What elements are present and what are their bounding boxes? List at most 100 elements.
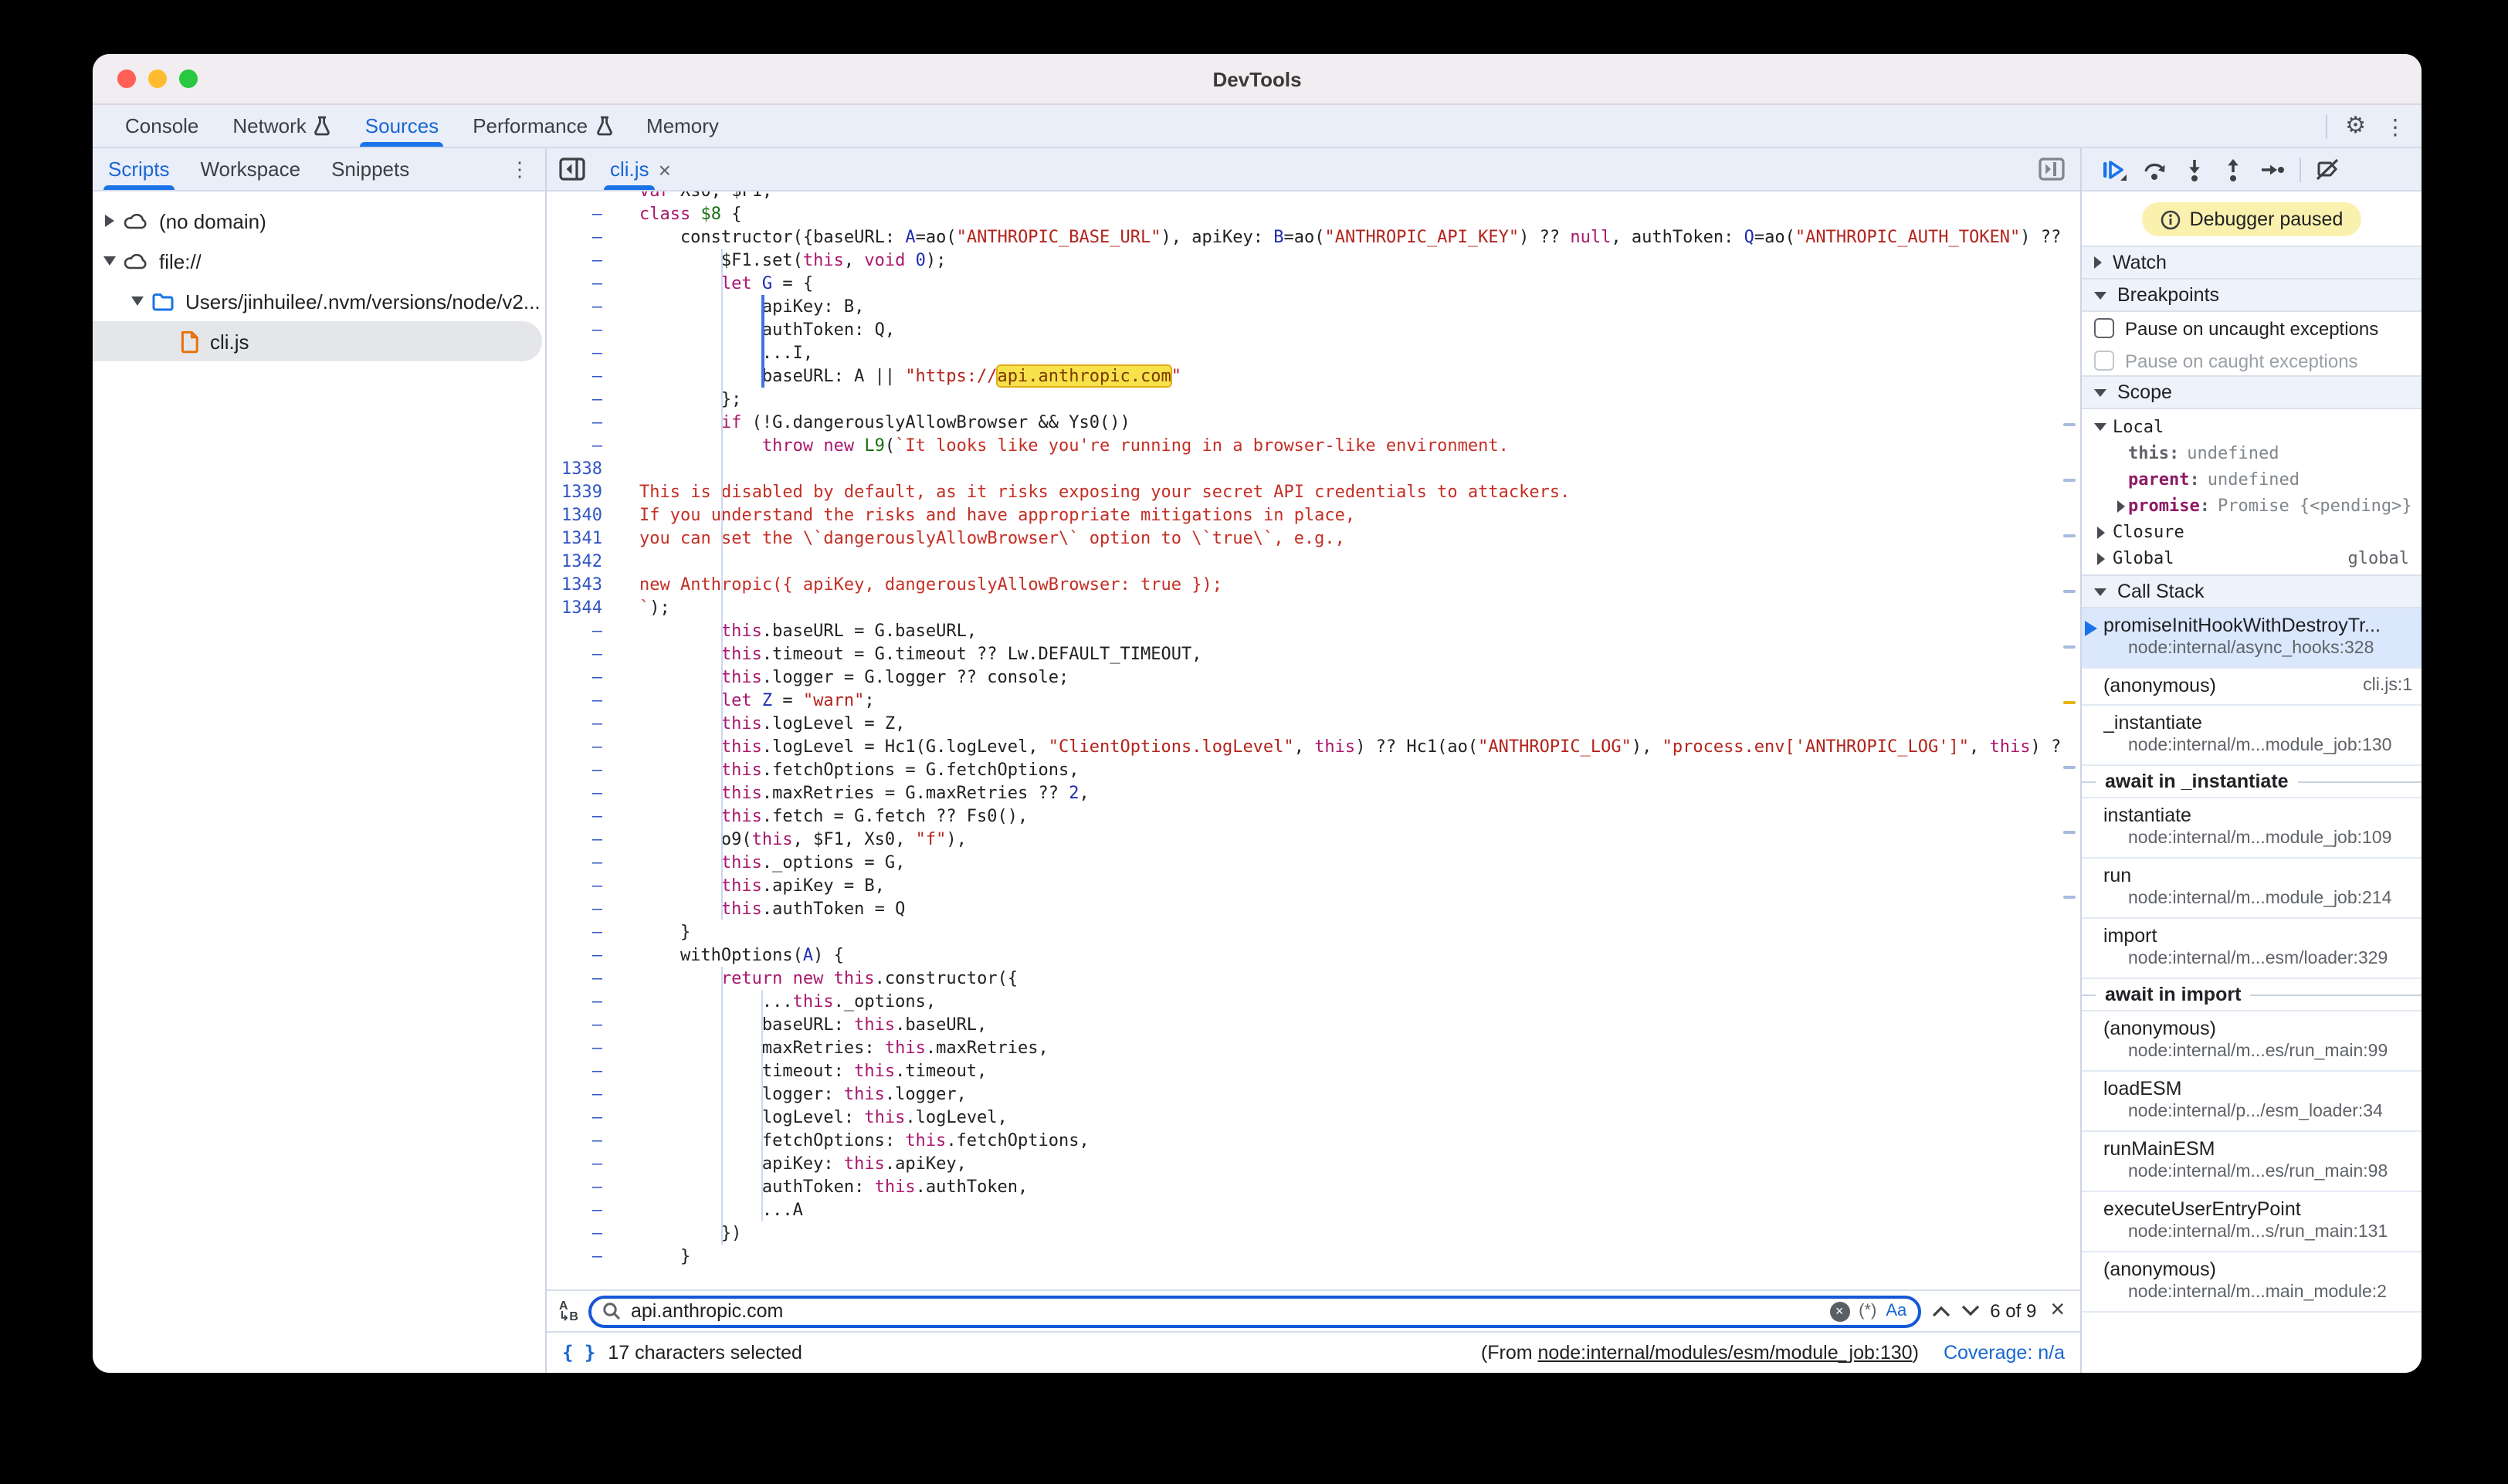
scope-section-closure[interactable]: Closure bbox=[2082, 519, 2422, 545]
line-gutter[interactable]: 1341 bbox=[547, 527, 618, 550]
code-line[interactable]: –this.maxRetries = G.maxRetries ?? 2, bbox=[547, 781, 2080, 805]
line-gutter[interactable]: – bbox=[547, 1198, 618, 1221]
line-gutter[interactable]: – bbox=[547, 249, 618, 272]
callstack-frame[interactable]: importnode:internal/m...esm/loader:329 bbox=[2082, 919, 2422, 979]
section-watch[interactable]: Watch bbox=[2082, 246, 2422, 280]
line-gutter[interactable]: – bbox=[547, 1106, 618, 1129]
code-line[interactable]: –throw new L9(`It looks like you're runn… bbox=[547, 434, 2080, 457]
search-result-marker[interactable] bbox=[2063, 423, 2076, 426]
code-line[interactable]: –baseURL: A || "https://api.anthropic.co… bbox=[547, 364, 2080, 388]
line-gutter[interactable]: – bbox=[547, 1221, 618, 1245]
code-line[interactable]: –...I, bbox=[547, 341, 2080, 364]
line-gutter[interactable]: – bbox=[547, 318, 618, 341]
settings-gear-icon[interactable]: ⚙ bbox=[2345, 114, 2366, 137]
code-line[interactable]: –this.apiKey = B, bbox=[547, 874, 2080, 897]
replace-toggle-icon[interactable]: A↳B bbox=[559, 1300, 578, 1322]
line-gutter[interactable]: 1340 bbox=[547, 503, 618, 527]
code-line[interactable]: –class $8 { bbox=[547, 202, 2080, 225]
code-line[interactable]: –}; bbox=[547, 388, 2080, 411]
code-line[interactable]: –withOptions(A) { bbox=[547, 944, 2080, 967]
code-line[interactable]: –timeout: this.timeout, bbox=[547, 1059, 2080, 1083]
line-gutter[interactable]: 1343 bbox=[547, 573, 618, 596]
code-line[interactable]: –logLevel: this.logLevel, bbox=[547, 1106, 2080, 1129]
line-gutter[interactable]: – bbox=[547, 434, 618, 457]
search-query[interactable]: api.anthropic.com bbox=[631, 1300, 1820, 1322]
code-line[interactable]: –$F1.set(this, void 0); bbox=[547, 249, 2080, 272]
line-gutter[interactable]: – bbox=[547, 1129, 618, 1152]
search-result-marker[interactable] bbox=[2063, 831, 2076, 834]
next-match-icon[interactable] bbox=[1961, 1305, 1979, 1317]
line-gutter[interactable]: – bbox=[547, 758, 618, 781]
resume-script-icon[interactable] bbox=[2100, 157, 2128, 181]
pretty-print-toggle[interactable]: { } bbox=[562, 1342, 595, 1364]
code-line[interactable]: –authToken: this.authToken, bbox=[547, 1175, 2080, 1198]
callstack-frame[interactable]: promiseInitHookWithDestroyTr...node:inte… bbox=[2082, 608, 2422, 669]
coverage-link[interactable]: Coverage: n/a bbox=[1944, 1342, 2065, 1364]
callstack-frame[interactable]: (anonymous)node:internal/m...main_module… bbox=[2082, 1252, 2422, 1313]
callstack-frame[interactable]: _instantiatenode:internal/m...module_job… bbox=[2082, 706, 2422, 766]
breakpoint-option[interactable]: Pause on uncaught exceptions bbox=[2082, 312, 2422, 344]
chevron-down-icon[interactable] bbox=[2093, 423, 2108, 431]
tab-memory[interactable]: Memory bbox=[629, 105, 736, 147]
line-gutter[interactable]: – bbox=[547, 1083, 618, 1106]
search-result-marker[interactable] bbox=[2063, 766, 2076, 769]
code-line[interactable]: –maxRetries: this.maxRetries, bbox=[547, 1036, 2080, 1059]
line-gutter[interactable]: – bbox=[547, 666, 618, 689]
code-line[interactable]: –}) bbox=[547, 1221, 2080, 1245]
breakpoint-option[interactable]: Pause on caught exceptions bbox=[2082, 344, 2422, 377]
line-gutter[interactable]: – bbox=[547, 411, 618, 434]
line-gutter[interactable]: – bbox=[547, 689, 618, 712]
line-gutter[interactable]: – bbox=[547, 897, 618, 920]
code-line[interactable]: –} bbox=[547, 1245, 2080, 1268]
code-line[interactable]: –this.logLevel = Z, bbox=[547, 712, 2080, 735]
search-result-marker[interactable] bbox=[2063, 645, 2076, 649]
code-line[interactable]: –} bbox=[547, 920, 2080, 944]
line-gutter[interactable]: – bbox=[547, 944, 618, 967]
line-gutter[interactable]: – bbox=[547, 874, 618, 897]
code-editor[interactable]: var Xs0, $F1;–class $8 {–constructor({ba… bbox=[547, 191, 2080, 1289]
show-debugger-icon[interactable] bbox=[2039, 148, 2080, 190]
section-callstack[interactable]: Call Stack bbox=[2082, 574, 2422, 608]
line-gutter[interactable]: – bbox=[547, 1175, 618, 1198]
line-gutter[interactable]: – bbox=[547, 295, 618, 318]
tree-item-cli-js[interactable]: cli.js bbox=[93, 321, 542, 361]
tree-item-file-[interactable]: file:// bbox=[93, 241, 545, 281]
match-case-toggle[interactable]: Aa bbox=[1886, 1302, 1906, 1320]
from-source-link[interactable]: node:internal/modules/esm/module_job:130 bbox=[1538, 1342, 1913, 1364]
line-gutter[interactable]: – bbox=[547, 202, 618, 225]
line-gutter[interactable]: – bbox=[547, 1245, 618, 1268]
checkbox-unchecked[interactable] bbox=[2094, 351, 2114, 371]
more-options-icon[interactable]: ⋮ bbox=[2384, 115, 2406, 137]
tab-network[interactable]: Network bbox=[215, 105, 347, 147]
search-input[interactable]: api.anthropic.com × (*) Aa bbox=[589, 1295, 1920, 1327]
code-line[interactable]: –if (!G.dangerouslyAllowBrowser && Ys0()… bbox=[547, 411, 2080, 434]
line-gutter[interactable]: – bbox=[547, 1013, 618, 1036]
line-gutter[interactable] bbox=[547, 191, 618, 202]
line-gutter[interactable]: – bbox=[547, 619, 618, 642]
section-scope[interactable]: Scope bbox=[2082, 375, 2422, 409]
line-gutter[interactable]: – bbox=[547, 364, 618, 388]
line-gutter[interactable]: – bbox=[547, 828, 618, 851]
sidebar-tab-snippets[interactable]: Snippets bbox=[316, 148, 425, 190]
search-result-marker[interactable] bbox=[2063, 590, 2076, 593]
line-gutter[interactable]: – bbox=[547, 735, 618, 758]
scope-property-parent[interactable]: parent:undefined bbox=[2082, 466, 2422, 493]
previous-match-icon[interactable] bbox=[1931, 1305, 1950, 1317]
line-gutter[interactable]: – bbox=[547, 920, 618, 944]
code-line[interactable]: –let G = { bbox=[547, 272, 2080, 295]
tab-cli-js[interactable]: cli.js × bbox=[595, 148, 686, 190]
tab-sources[interactable]: Sources bbox=[348, 105, 456, 147]
chevron-down-icon[interactable] bbox=[102, 256, 117, 266]
callstack-frame[interactable]: (anonymous)cli.js:1 bbox=[2082, 669, 2422, 706]
line-gutter[interactable]: – bbox=[547, 712, 618, 735]
line-gutter[interactable]: – bbox=[547, 272, 618, 295]
code-line[interactable]: –constructor({baseURL: A=ao("ANTHROPIC_B… bbox=[547, 225, 2080, 249]
code-line[interactable]: –this.logLevel = Hc1(G.logLevel, "Client… bbox=[547, 735, 2080, 758]
code-line[interactable]: –this.fetchOptions = G.fetchOptions, bbox=[547, 758, 2080, 781]
line-gutter[interactable]: – bbox=[547, 1036, 618, 1059]
tab-performance[interactable]: Performance bbox=[456, 105, 629, 147]
callstack-frame[interactable]: instantiatenode:internal/m...module_job:… bbox=[2082, 798, 2422, 859]
tree-item-users-jinhuilee-nvm-versions-node-v2-[interactable]: Users/jinhuilee/.nvm/versions/node/v2... bbox=[93, 281, 545, 321]
line-gutter[interactable]: 1344 bbox=[547, 596, 618, 619]
code-line[interactable]: –baseURL: this.baseURL, bbox=[547, 1013, 2080, 1036]
